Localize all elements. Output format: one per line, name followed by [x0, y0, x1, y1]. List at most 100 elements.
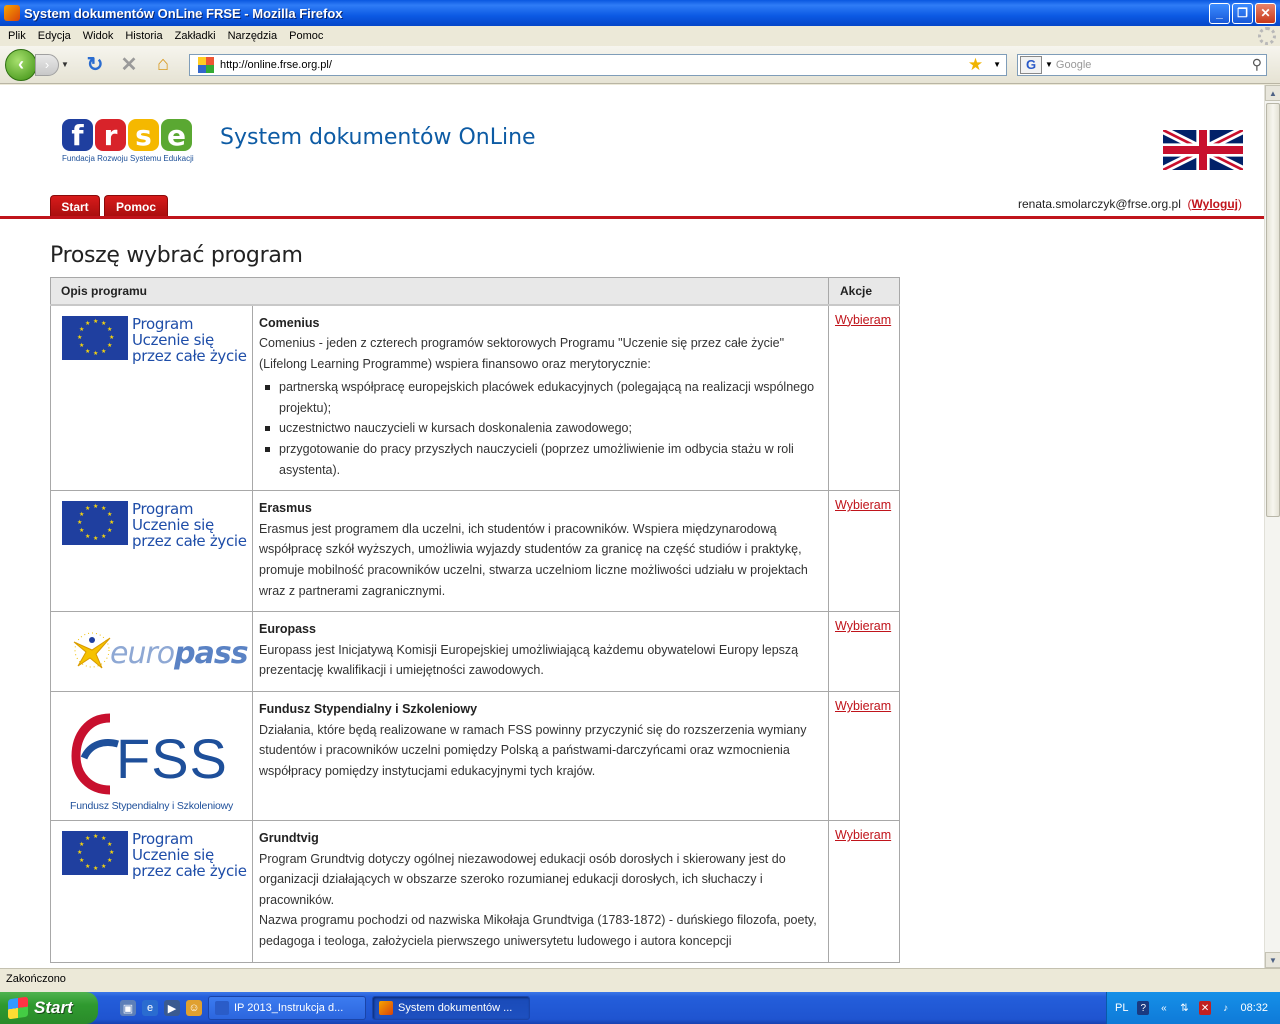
logout-link[interactable]: Wyloguj: [1192, 197, 1238, 211]
list-item: partnerską współpracę europejskich placó…: [259, 377, 822, 418]
menu-help[interactable]: Pomoc: [283, 30, 329, 42]
address-bar[interactable]: http://online.frse.org.pl/ ★ ▼: [189, 53, 1007, 76]
help-icon[interactable]: ?: [1137, 1001, 1150, 1015]
eu-star-icon: ★: [85, 836, 91, 842]
scroll-up-icon[interactable]: ▲: [1265, 85, 1280, 101]
menu-view[interactable]: Widok: [77, 30, 120, 42]
eu-star-icon: ★: [101, 320, 107, 327]
search-icon[interactable]: ⚲: [1252, 56, 1262, 73]
choose-program-link[interactable]: Wybieram: [835, 313, 891, 327]
stop-icon: ✕: [120, 54, 138, 76]
menu-file[interactable]: Plik: [2, 30, 32, 42]
program-bullet-list: partnerską współpracę europejskich placó…: [259, 377, 822, 480]
column-header-actions: Akcje: [828, 277, 900, 306]
system-tray: PL ? « ⇅ ✕ ♪ 08:32: [1106, 992, 1280, 1024]
eu-star-icon: ★: [109, 520, 115, 527]
network-icon[interactable]: ⇅: [1179, 1001, 1191, 1015]
llp-logo-line: Program: [132, 314, 194, 333]
choose-program-link[interactable]: Wybieram: [835, 498, 891, 512]
menu-history[interactable]: Historia: [119, 30, 168, 42]
throbber-icon: [1258, 27, 1276, 45]
minimize-icon: _: [1216, 6, 1223, 20]
choose-program-link[interactable]: Wybieram: [835, 619, 891, 633]
close-button[interactable]: ✕: [1255, 2, 1276, 24]
stop-button[interactable]: ✕: [117, 53, 141, 77]
menu-bookmarks[interactable]: Zakładki: [169, 30, 222, 42]
url-dropdown-icon[interactable]: ▼: [993, 60, 1001, 69]
choose-program-link[interactable]: Wybieram: [835, 828, 891, 842]
eu-star-icon: ★: [101, 836, 107, 842]
user-info: renata.smolarczyk@frse.org.pl (Wyloguj): [1018, 197, 1242, 211]
program-logo-cell: ★ ★ ★ ★ ★ ★ ★ ★ ★ ★ ★ ★ Program Uczenie się przez c…: [50, 303, 253, 492]
llp-logo-line: Program: [132, 500, 194, 519]
eu-star-icon: ★: [101, 864, 107, 870]
menu-edit[interactable]: Edycja: [32, 30, 77, 42]
frse-logo[interactable]: f r s e Fundacja Rozwoju Systemu Edukacj…: [62, 119, 194, 167]
google-engine-icon[interactable]: G: [1020, 55, 1042, 74]
program-description-cell: Grundtvig Program Grundtvig dotyczy ogóln…: [252, 820, 829, 963]
logo-letter-e: e: [161, 119, 192, 152]
tray-expand-icon[interactable]: «: [1158, 1001, 1170, 1015]
firefox-icon: [379, 1001, 393, 1015]
program-action-cell: Wybieram: [828, 490, 900, 613]
home-icon: ⌂: [156, 53, 170, 75]
back-button[interactable]: ‹: [5, 48, 37, 81]
tab-help[interactable]: Pomoc: [104, 195, 168, 217]
program-action-cell: Wybieram: [828, 303, 900, 492]
status-bar: Zakończono: [0, 968, 1280, 990]
eu-star-icon: ★: [79, 528, 85, 535]
volume-icon[interactable]: ♪: [1220, 1001, 1232, 1015]
url-field[interactable]: http://online.frse.org.pl/: [220, 59, 968, 71]
internet-explorer-icon[interactable]: e: [142, 1000, 158, 1016]
history-dropdown-icon[interactable]: ▼: [61, 60, 73, 69]
logo-letter-r: r: [95, 119, 126, 152]
eu-star-icon: ★: [101, 534, 107, 541]
scrollbar-thumb[interactable]: [1266, 103, 1280, 517]
vertical-scrollbar[interactable]: ▲ ▼: [1264, 85, 1280, 968]
program-description: Europass jest Inicjatywą Komisji Europej…: [259, 642, 799, 678]
search-bar[interactable]: G ▼ Google ⚲: [1017, 53, 1267, 76]
table-row: ★ ★ ★ ★ ★ ★ ★ ★ ★ ★ ★ ★ Program Uczenie się przez c…: [50, 490, 900, 613]
antivirus-icon[interactable]: ✕: [1199, 1001, 1211, 1015]
scroll-down-icon[interactable]: ▼: [1265, 952, 1280, 968]
language-indicator[interactable]: PL: [1115, 1002, 1128, 1014]
logo-letter-s: s: [128, 119, 159, 152]
start-button[interactable]: Start: [0, 992, 98, 1024]
media-player-icon[interactable]: ▶: [164, 1000, 180, 1016]
program-name: Erasmus: [259, 501, 312, 516]
list-item: uczestnictwo nauczycieli w kursach dosko…: [259, 418, 822, 439]
llp-logo-text: Program Uczenie się przez całe życie: [132, 316, 247, 364]
quick-launch-app-icon[interactable]: ▣: [120, 1000, 136, 1016]
quick-launch: ▣ e ▶ ☺: [120, 1000, 202, 1016]
status-text: Zakończono: [6, 973, 66, 985]
taskbar-item-document[interactable]: IP 2013_Instrukcja d...: [208, 996, 366, 1020]
eu-star-icon: ★: [109, 334, 115, 341]
europass-logo: europass: [62, 624, 249, 674]
program-description-cell: Europass Europass jest Inicjatywą Komisji…: [252, 611, 829, 692]
header-divider: [0, 216, 1264, 219]
program-description: Nazwa programu pochodzi od nazwiska Miko…: [259, 913, 817, 948]
clock[interactable]: 08:32: [1240, 1002, 1268, 1014]
menu-tools[interactable]: Narzędzia: [222, 30, 284, 42]
table-row: ★ ★ ★ ★ ★ ★ ★ ★ ★ ★ ★ ★ Program Uczenie się przez c…: [50, 820, 900, 963]
program-description: Comenius - jeden z czterech programów se…: [259, 336, 785, 371]
uk-flag-icon[interactable]: [1163, 130, 1243, 170]
search-input[interactable]: Google: [1056, 59, 1252, 71]
taskbar-item-firefox[interactable]: System dokumentów ...: [372, 996, 530, 1020]
bookmark-star-icon[interactable]: ★: [968, 55, 983, 75]
maximize-button[interactable]: ❐: [1232, 2, 1253, 24]
eu-star-icon: ★: [107, 528, 113, 535]
home-button[interactable]: ⌂: [151, 53, 175, 77]
reload-button[interactable]: ↻: [83, 53, 107, 77]
choose-program-link[interactable]: Wybieram: [835, 699, 891, 713]
eu-star-icon: ★: [85, 348, 91, 355]
program-description-cell: Comenius Comenius - jeden z czterech prog…: [252, 303, 829, 492]
fss-logo: FSS Fundusz Stypendialny i Szkoleniowy: [62, 710, 233, 820]
program-name: Comenius: [259, 315, 320, 330]
eu-star-icon: ★: [93, 834, 99, 840]
search-engine-dropdown-icon[interactable]: ▼: [1045, 60, 1053, 69]
forward-button[interactable]: ›: [35, 53, 59, 76]
minimize-button[interactable]: _: [1209, 2, 1230, 24]
tab-start[interactable]: Start: [50, 195, 100, 217]
messenger-icon[interactable]: ☺: [186, 1000, 202, 1016]
